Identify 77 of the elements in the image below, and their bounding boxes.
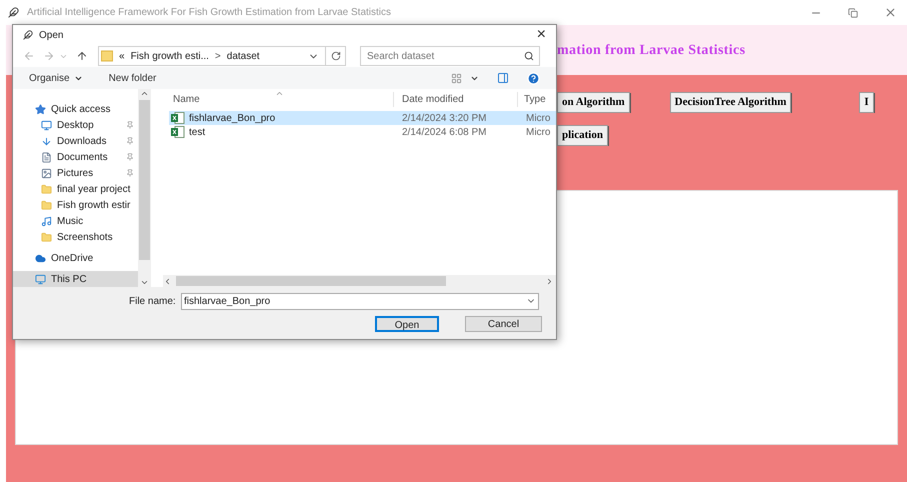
horizontal-scrollbar[interactable]	[163, 275, 556, 287]
pin-icon	[126, 153, 134, 161]
nav-item[interactable]: Desktop	[13, 117, 138, 133]
column-header[interactable]: Type	[518, 92, 546, 106]
star-icon	[35, 104, 46, 114]
nav-item[interactable]: Quick access	[13, 101, 138, 117]
search-field[interactable]: Search dataset	[360, 46, 540, 66]
scroll-down-icon	[140, 278, 149, 287]
dialog-title: Open	[39, 28, 64, 42]
address-prefix: «	[119, 50, 125, 64]
file-name: test	[189, 126, 206, 140]
nav-item[interactable]: Downloads	[13, 133, 138, 149]
scroll-up-icon	[140, 89, 149, 98]
document-icon	[41, 152, 52, 162]
file-date: 2/14/2024 3:20 PM	[401, 112, 488, 126]
music-note-icon	[41, 216, 52, 226]
organise-menu[interactable]: Organise	[29, 70, 83, 86]
file-row[interactable]: test 2/14/2024 6:08 PM Micro	[169, 125, 556, 139]
breadcrumb-separator: >	[214, 50, 221, 64]
computer-icon	[35, 274, 46, 284]
file-type: Micro	[525, 112, 550, 126]
feather-icon	[8, 7, 19, 18]
vertical-scrollbar[interactable]	[138, 89, 151, 287]
pin-icon	[126, 137, 134, 145]
help-icon[interactable]	[527, 72, 540, 84]
app-heading: mation from Larvae Statistics	[557, 42, 746, 60]
folder-icon	[101, 50, 113, 62]
sort-caret-icon	[275, 89, 284, 98]
nav-item[interactable]: final year project	[13, 181, 138, 197]
new-folder-button[interactable]: New folder	[108, 70, 156, 86]
scroll-left-icon	[163, 276, 172, 286]
file-name-label: File name:	[129, 295, 177, 309]
algorithm-button[interactable]: plication	[557, 125, 608, 146]
nav-item[interactable]: Music	[13, 213, 138, 229]
algorithm-button[interactable]: I	[859, 92, 874, 113]
monitor-icon	[41, 120, 52, 130]
nav-item[interactable]: Documents	[13, 149, 138, 165]
pin-icon	[126, 169, 134, 177]
scroll-right-icon	[545, 276, 554, 286]
breadcrumb[interactable]: dataset	[226, 48, 260, 64]
algorithm-button[interactable]: DecisionTree Algorithm	[670, 92, 792, 113]
download-icon	[41, 136, 52, 146]
nav-item[interactable]: Pictures	[13, 165, 138, 181]
file-date: 2/14/2024 6:08 PM	[401, 126, 488, 140]
nav-item[interactable]: OneDrive	[13, 250, 138, 266]
column-header[interactable]: Name	[163, 92, 394, 106]
breadcrumb[interactable]: Fish growth esti...	[130, 48, 209, 64]
file-type: Micro	[525, 126, 550, 140]
file-name-field[interactable]: fishlarvae_Bon_pro	[181, 293, 539, 310]
algorithm-button[interactable]: on Algorithm	[557, 92, 630, 113]
folder-icon	[41, 200, 52, 210]
folder-icon	[41, 184, 52, 194]
search-icon	[524, 51, 534, 61]
address-bar[interactable]: « Fish growth esti... > dataset	[98, 46, 346, 66]
window-title: Artificial Intelligence Framework For Fish Growth Estimation from Larvae Statistics	[27, 6, 391, 20]
preview-pane-icon[interactable]	[497, 72, 509, 84]
up-icon[interactable]	[76, 50, 88, 62]
view-options-icon[interactable]	[451, 72, 462, 84]
column-header[interactable]: Date modified	[394, 92, 518, 106]
nav-item[interactable]: Fish growth estir	[13, 197, 138, 213]
feather-icon	[23, 30, 33, 40]
restore-icon[interactable]	[848, 8, 858, 18]
refresh-icon	[330, 51, 340, 61]
nav-item[interactable]: This PC	[13, 271, 138, 287]
spreadsheet-file-icon	[171, 112, 185, 124]
close-icon[interactable]	[884, 6, 897, 19]
pin-icon	[126, 121, 134, 129]
dialog-button[interactable]: Cancel	[465, 316, 542, 332]
close-button[interactable]: ×	[536, 27, 546, 43]
folder-icon	[41, 232, 52, 242]
nav-item[interactable]: Screenshots	[13, 229, 138, 245]
file-name: fishlarvae_Bon_pro	[189, 112, 276, 126]
spreadsheet-file-icon	[171, 126, 185, 138]
picture-icon	[41, 168, 52, 178]
dialog-button[interactable]: Open	[375, 316, 439, 332]
cloud-icon	[35, 252, 46, 264]
file-row[interactable]: fishlarvae_Bon_pro 2/14/2024 3:20 PM Micro	[169, 111, 556, 125]
